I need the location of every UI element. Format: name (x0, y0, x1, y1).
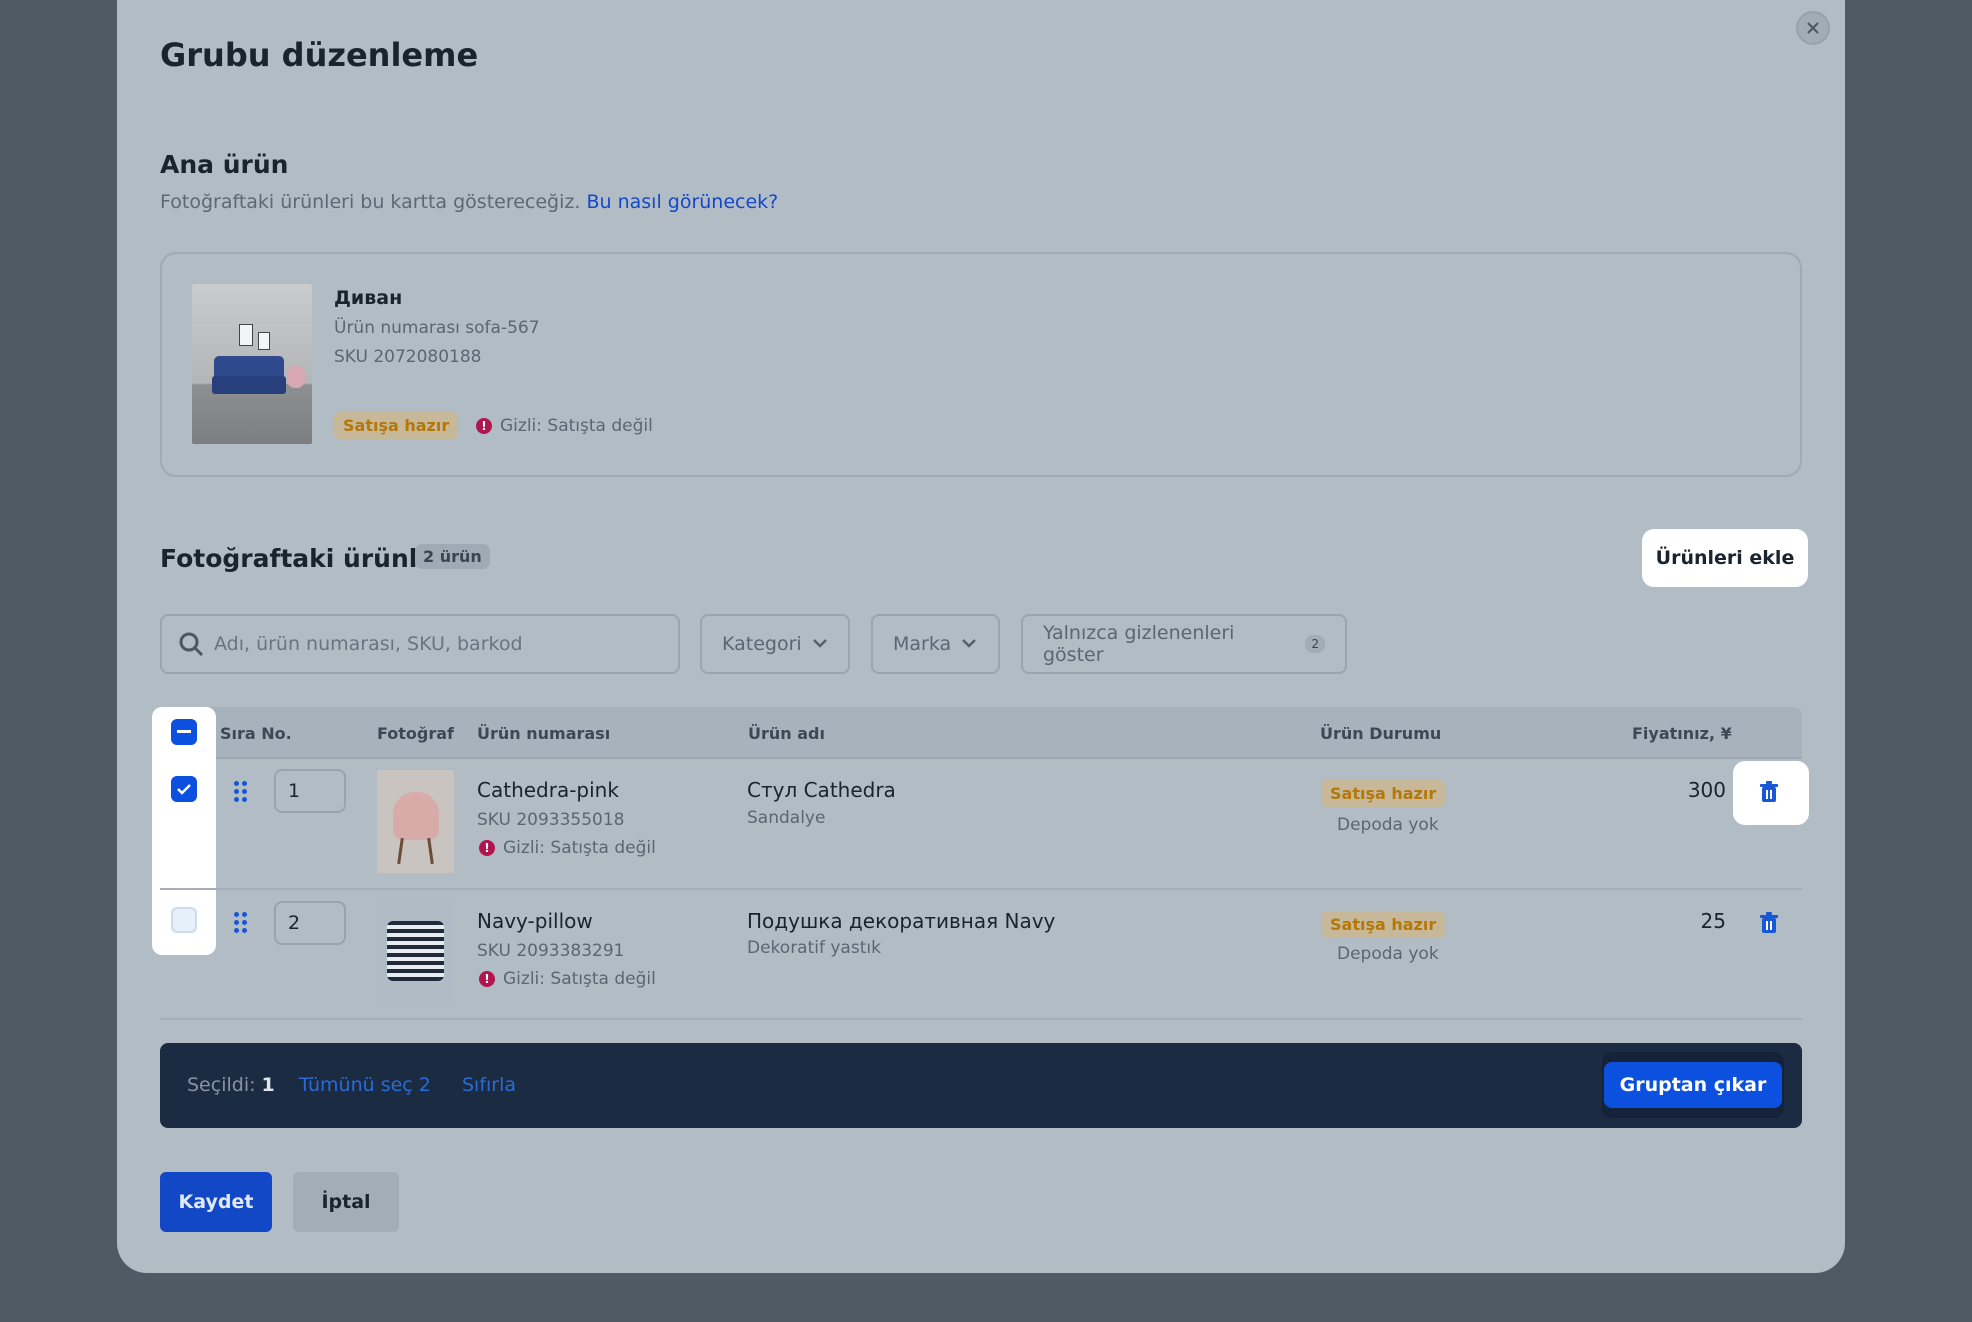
hidden-status-text: Gizli: Satışta değil (503, 838, 656, 858)
main-product-article: Ürün numarası sofa-567 (334, 318, 540, 338)
main-product-description: Fotoğraftaki ürünleri bu kartta gösterec… (160, 191, 778, 213)
status-badge: Satışa hazır (1321, 911, 1446, 938)
column-photo: Fotoğraf (377, 724, 455, 743)
brand-dropdown[interactable]: Marka (871, 614, 1000, 674)
products-count-badge: 2 ürün (415, 544, 490, 569)
hidden-status-text: Gizli: Satışta değil (503, 969, 656, 989)
modal-title: Grubu düzenleme (160, 36, 479, 74)
main-product-heading: Ana ürün (160, 150, 289, 179)
product-category: Dekoratif yastık (747, 938, 881, 958)
product-category: Sandalye (747, 808, 826, 828)
hidden-only-label: Yalnızca gizlenenleri göster (1043, 622, 1235, 666)
warning-icon: ! (476, 418, 492, 434)
search-icon (179, 632, 204, 657)
reset-link[interactable]: Sıfırla (462, 1074, 516, 1096)
column-price: Fiyatınız, ¥ (1632, 724, 1732, 743)
product-sku: SKU 2093355018 (477, 810, 625, 830)
order-input[interactable]: 2 (274, 901, 346, 945)
row-checkbox[interactable] (171, 907, 197, 933)
row-checkbox[interactable] (171, 776, 197, 802)
add-products-button[interactable]: Ürünleri ekle (1642, 529, 1808, 587)
help-link[interactable]: Bu nasıl görünecek? (586, 191, 778, 213)
drag-handle-icon[interactable] (234, 781, 248, 802)
save-button[interactable]: Kaydet (160, 1172, 272, 1232)
selected-number: 1 (261, 1074, 275, 1096)
select-all-checkbox[interactable] (171, 719, 197, 745)
close-button[interactable] (1796, 11, 1830, 45)
product-name: Стул Cathedra (747, 778, 896, 802)
order-input[interactable]: 1 (274, 769, 346, 813)
product-sku: SKU 2093383291 (477, 941, 625, 961)
stock-status: Depoda yok (1337, 944, 1439, 964)
chevron-down-icon (812, 636, 828, 652)
hidden-status-text: Gizli: Satışta değil (500, 416, 653, 436)
drag-handle-icon[interactable] (234, 912, 248, 933)
hidden-status: ! Gizli: Satışta değil (479, 969, 656, 989)
hidden-count-badge: 2 (1305, 635, 1325, 653)
close-icon (1807, 22, 1819, 34)
description-text: Fotoğraftaki ürünleri bu kartta gösterec… (160, 191, 581, 213)
photo-products-heading: Fotoğraftaki ürünler (160, 544, 447, 573)
warning-icon: ! (479, 971, 495, 987)
stock-status: Depoda yok (1337, 815, 1439, 835)
status-badge: Satışa hazır (334, 412, 459, 439)
product-name: Подушка декоративная Navy (747, 909, 1056, 933)
category-dropdown[interactable]: Kategori (700, 614, 850, 674)
main-product-sku: SKU 2072080188 (334, 347, 482, 367)
column-name: Ürün adı (748, 724, 825, 743)
main-product-photo (192, 284, 312, 444)
selected-count: Seçildi: 1 (187, 1074, 275, 1096)
row-divider (160, 1018, 1802, 1020)
column-article: Ürün numarası (477, 724, 611, 743)
add-products-label: Ürünleri ekle (1655, 547, 1795, 569)
checkmark-icon (177, 784, 191, 795)
brand-label: Marka (893, 633, 952, 655)
product-photo (377, 900, 454, 1003)
trash-icon[interactable] (1759, 912, 1779, 934)
product-article[interactable]: Cathedra-pink (477, 778, 619, 802)
warning-icon: ! (479, 840, 495, 856)
remove-from-group-button[interactable]: Gruptan çıkar (1602, 1052, 1784, 1118)
select-all-link[interactable]: Tümünü seç 2 (299, 1074, 431, 1096)
cancel-button[interactable]: İptal (293, 1172, 399, 1232)
category-label: Kategori (722, 633, 802, 655)
status-badge: Satışa hazır (1321, 780, 1446, 807)
product-price: 25 (1700, 909, 1726, 933)
hidden-status: ! Gizli: Satışta değil (479, 838, 656, 858)
main-product-name: Диван (334, 287, 403, 309)
selected-label: Seçildi: (187, 1074, 256, 1096)
column-status: Ürün Durumu (1320, 724, 1442, 743)
row-divider (160, 888, 1802, 890)
trash-icon[interactable] (1759, 781, 1779, 803)
hidden-status: ! Gizli: Satışta değil (476, 416, 653, 436)
chevron-down-icon (961, 636, 977, 652)
remove-from-group-label: Gruptan çıkar (1603, 1062, 1783, 1108)
search-placeholder: Adı, ürün numarası, SKU, barkod (214, 633, 523, 655)
product-price: 300 (1687, 778, 1726, 802)
hidden-only-toggle[interactable]: Yalnızca gizlenenleri göster 2 (1021, 614, 1347, 674)
product-article[interactable]: Navy-pillow (477, 909, 593, 933)
column-order: Sıra No. (220, 724, 292, 743)
search-input[interactable]: Adı, ürün numarası, SKU, barkod (160, 614, 680, 674)
product-photo (377, 770, 454, 873)
